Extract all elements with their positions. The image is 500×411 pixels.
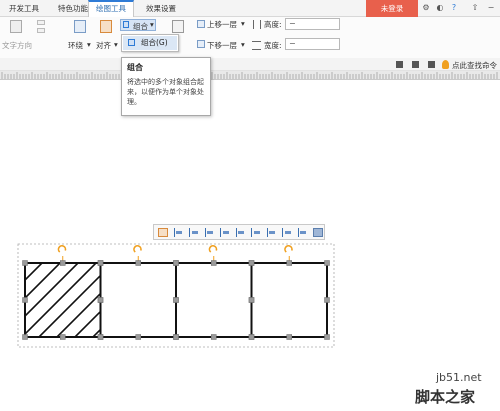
rotate-handle-icon[interactable] (133, 245, 142, 253)
resize-handle[interactable] (22, 334, 28, 340)
resize-handle[interactable] (324, 334, 330, 340)
menu-item-group[interactable]: 组合(G) (123, 36, 177, 50)
resize-handle[interactable] (248, 334, 255, 340)
distribute-vertical-icon[interactable] (266, 228, 277, 237)
tooltip-title: 组合 (127, 63, 143, 72)
resize-handle[interactable] (248, 260, 255, 266)
menu-item-group-label: 组合(G) (141, 38, 168, 47)
align-top-icon[interactable] (204, 228, 215, 237)
align-left-icon[interactable] (158, 228, 168, 237)
grid-icon[interactable] (282, 228, 292, 237)
resize-handle[interactable] (22, 297, 28, 303)
rotate-handle-icon[interactable] (284, 245, 293, 253)
resize-handle[interactable] (173, 334, 179, 340)
resize-handle[interactable] (97, 334, 104, 340)
watermark-name: 脚本之家 (415, 388, 476, 406)
tooltip-body: 将选中的多个对象组合起来，以便作为单个对象处理。 (127, 78, 204, 106)
watermark-url: jb51.net (436, 371, 482, 384)
group-menu-icon (128, 39, 135, 46)
resize-handle[interactable] (97, 297, 104, 303)
rectangle-shape[interactable] (250, 262, 328, 338)
resize-handle[interactable] (22, 260, 28, 266)
hatched-rectangle[interactable] (24, 262, 102, 338)
resize-handle[interactable] (324, 297, 330, 303)
resize-handle[interactable] (60, 260, 66, 266)
resize-handle[interactable] (97, 260, 104, 266)
resize-handle[interactable] (173, 260, 179, 266)
resize-handle[interactable] (135, 260, 141, 266)
rotate-handle-icon[interactable] (57, 245, 67, 253)
resize-handle[interactable] (211, 334, 217, 340)
resize-handle[interactable] (248, 297, 255, 303)
floating-align-toolbar (153, 224, 325, 240)
align-bottom-icon[interactable] (235, 228, 246, 237)
resize-handle[interactable] (173, 297, 179, 303)
align-center-icon[interactable] (173, 228, 184, 237)
resize-handle[interactable] (60, 334, 66, 340)
rotate-handle-icon[interactable] (208, 245, 218, 253)
document-canvas (17, 243, 335, 348)
group-dropdown-menu: 组合(G) (121, 34, 179, 52)
arrange-icon[interactable] (297, 228, 308, 237)
group-tooltip: 组合 将选中的多个对象组合起来，以便作为单个对象处理。 (121, 57, 211, 116)
distribute-horizontal-icon[interactable] (251, 228, 261, 237)
resize-handle[interactable] (211, 260, 217, 266)
resize-handle[interactable] (286, 334, 292, 340)
align-right-icon[interactable] (189, 228, 199, 237)
rectangle-shape[interactable] (99, 262, 177, 338)
hatch-fill (25, 263, 100, 337)
group-toolbar-icon[interactable] (313, 228, 323, 237)
rectangle-shape[interactable] (175, 262, 253, 338)
resize-handle[interactable] (135, 334, 141, 340)
resize-handle[interactable] (324, 260, 330, 266)
align-middle-icon[interactable] (220, 228, 230, 237)
resize-handle[interactable] (286, 260, 292, 266)
